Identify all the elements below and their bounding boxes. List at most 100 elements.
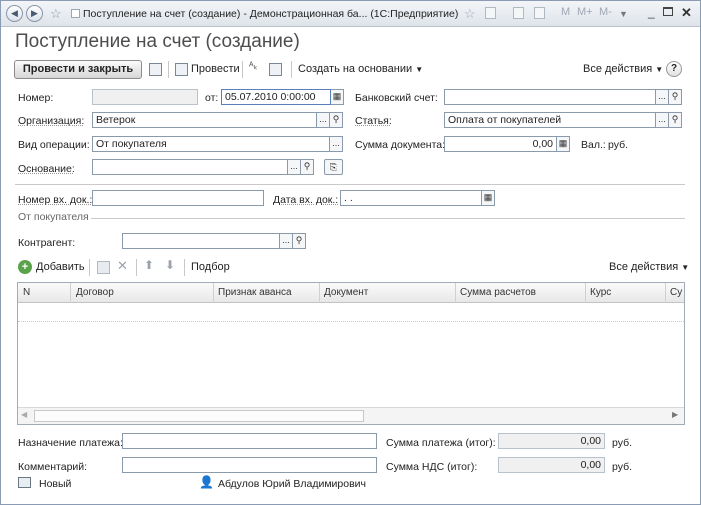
help-icon[interactable]: ?	[666, 61, 682, 77]
in-doc-date-label: Дата вх. док.:	[273, 194, 339, 206]
select-ellipsis-icon[interactable]: ...	[330, 136, 343, 152]
dt-kt-icon[interactable]: ᴬₖ	[249, 61, 258, 72]
payment-total-field: 0,00	[498, 433, 605, 449]
payments-table[interactable]: N Договор Признак аванса Документ Сумма …	[17, 282, 685, 425]
back-icon[interactable]: ◀	[6, 5, 23, 22]
copy-icon[interactable]	[97, 261, 110, 274]
maximize-icon[interactable]	[663, 7, 673, 16]
toolbar-separator	[136, 259, 137, 276]
operation-type-field[interactable]: От покупателя	[92, 136, 330, 152]
page-title: Поступление на счет (создание)	[15, 31, 300, 52]
create-based-on-label: Создать на основании	[298, 63, 413, 75]
memory-m-button[interactable]: M	[561, 6, 570, 18]
calendar-icon[interactable]: ▦	[331, 89, 344, 105]
in-doc-number-field[interactable]	[92, 190, 264, 206]
document-icon	[71, 9, 80, 18]
column-header-n[interactable]: N	[23, 287, 30, 298]
basis-label: Основание:	[18, 163, 75, 175]
bank-account-label: Банковский счет:	[355, 92, 438, 104]
calculator-icon[interactable]	[513, 7, 524, 19]
counterparty-field[interactable]	[122, 233, 280, 249]
forward-icon[interactable]: ▶	[26, 5, 43, 22]
column-header-document[interactable]: Документ	[324, 287, 368, 298]
comment-field[interactable]	[122, 457, 377, 473]
select-ellipsis-icon[interactable]: ...	[288, 159, 301, 175]
column-header-contract[interactable]: Договор	[76, 287, 114, 298]
search-icon[interactable]: ⚲	[669, 89, 682, 105]
move-up-icon[interactable]: ⬆	[144, 258, 154, 272]
search-icon[interactable]: ⚲	[330, 112, 343, 128]
create-based-on-button[interactable]: Создать на основании ▼	[298, 63, 423, 75]
basis-field[interactable]	[92, 159, 288, 175]
number-label: Номер:	[18, 92, 54, 104]
user-icon: 👤	[199, 475, 214, 489]
vat-total-label: Сумма НДС (итог):	[386, 461, 478, 473]
add-row-button[interactable]: Добавить	[36, 261, 85, 273]
delete-icon[interactable]: ✕	[117, 258, 128, 274]
select-ellipsis-icon[interactable]: ...	[280, 233, 293, 249]
selection-button[interactable]: Подбор	[191, 261, 230, 273]
select-ellipsis-icon[interactable]: ...	[317, 112, 330, 128]
search-icon[interactable]: ⚲	[293, 233, 306, 249]
article-field[interactable]: Оплата от покупателей	[444, 112, 656, 128]
column-header-sum2[interactable]: Су	[670, 287, 682, 298]
scroll-thumb[interactable]	[34, 410, 364, 422]
move-down-icon[interactable]: ⬇	[165, 258, 175, 272]
document-window: ◀ ▶ ☆ Поступление на счет (создание) - Д…	[0, 0, 701, 505]
payment-total-unit: руб.	[612, 437, 633, 449]
column-header-advance[interactable]: Признак аванса	[218, 287, 292, 298]
bank-account-field[interactable]	[444, 89, 656, 105]
column-header-rate[interactable]: Курс	[590, 287, 611, 298]
chevron-down-icon: ▼	[655, 65, 664, 74]
status-text: Новый	[39, 478, 72, 490]
column-divider	[213, 283, 214, 303]
table-row[interactable]	[18, 304, 684, 322]
scroll-right-icon[interactable]: ▶	[672, 410, 678, 419]
save-icon[interactable]	[149, 63, 162, 76]
select-ellipsis-icon[interactable]: ...	[656, 112, 669, 128]
select-ellipsis-icon[interactable]: ...	[656, 89, 669, 105]
minimize-icon[interactable]: _	[648, 5, 655, 19]
memory-mplus-button[interactable]: M+	[577, 6, 593, 18]
star-icon[interactable]: ☆	[50, 6, 62, 22]
search-icon[interactable]: ⚲	[301, 159, 314, 175]
report-icon[interactable]	[269, 63, 282, 76]
payment-total-label: Сумма платежа (итог):	[386, 437, 496, 449]
doc-sum-label: Сумма документа:	[355, 139, 446, 151]
currency-label: Вал.:	[581, 139, 606, 151]
column-divider	[585, 283, 586, 303]
in-doc-number-label: Номер вх. док.:	[18, 194, 93, 206]
all-actions-label: Все действия	[583, 63, 653, 75]
dropdown-icon[interactable]: ▼	[619, 9, 628, 19]
toolbar-separator	[89, 259, 90, 276]
organization-field[interactable]: Ветерок	[92, 112, 317, 128]
post-and-close-button[interactable]: Провести и закрыть	[14, 60, 142, 79]
doc-sum-field[interactable]: 0,00	[444, 136, 557, 152]
table-all-actions-button[interactable]: Все действия ▼	[609, 261, 689, 273]
column-header-sum[interactable]: Сумма расчетов	[460, 287, 536, 298]
payment-purpose-label: Назначение платежа:	[18, 437, 123, 449]
favorite-star-icon[interactable]: ☆	[464, 6, 476, 22]
calculator-icon[interactable]: ▦	[557, 136, 570, 152]
payment-purpose-field[interactable]	[122, 433, 377, 449]
toolbar-separator	[184, 259, 185, 276]
memory-mminus-button[interactable]: M-	[599, 6, 612, 18]
fill-basis-icon[interactable]: ⎘	[324, 159, 343, 175]
date-field[interactable]: 05.07.2010 0:00:00	[221, 89, 331, 105]
calendar-icon[interactable]: ▦	[482, 190, 495, 206]
search-icon[interactable]: ⚲	[669, 112, 682, 128]
add-icon[interactable]: +	[18, 260, 32, 274]
horizontal-scrollbar[interactable]: ◀ ▶	[18, 407, 684, 424]
number-field[interactable]	[92, 89, 198, 105]
link-icon[interactable]	[485, 7, 496, 19]
close-icon[interactable]: ✕	[681, 5, 692, 21]
in-doc-date-field[interactable]: . .	[340, 190, 482, 206]
title-bar: ◀ ▶ ☆ Поступление на счет (создание) - Д…	[1, 1, 700, 27]
scroll-left-icon[interactable]: ◀	[21, 410, 27, 419]
responsible-user: Абдулов Юрий Владимирович	[218, 478, 367, 490]
window-title: Поступление на счет (создание) - Демонст…	[83, 8, 459, 20]
calendar-icon[interactable]	[534, 7, 545, 19]
all-actions-button[interactable]: Все действия ▼	[583, 63, 663, 75]
post-button[interactable]: Провести	[191, 63, 240, 75]
currency-value: руб.	[608, 139, 629, 151]
